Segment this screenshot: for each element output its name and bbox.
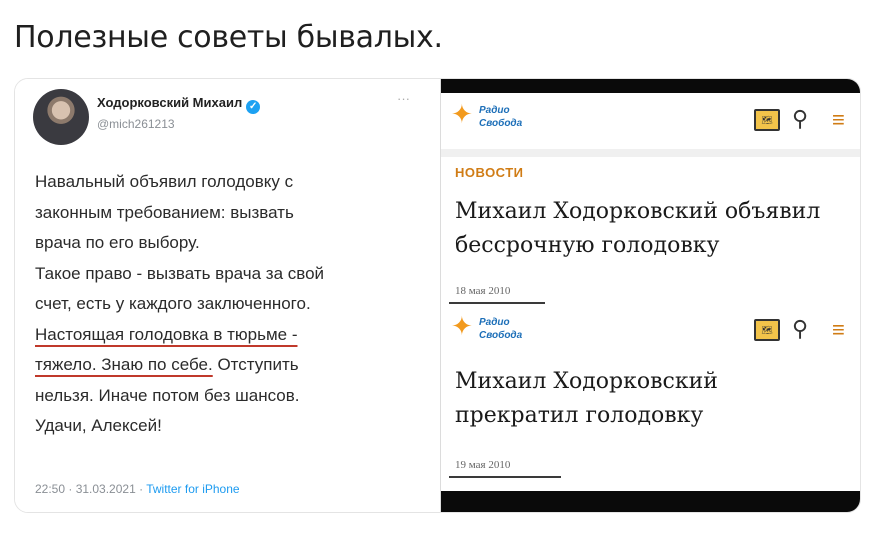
tweet-line: Такое право - вызвать врача за свой — [35, 263, 325, 283]
more-icon: ··· — [397, 91, 410, 106]
article-date: 19 мая 2010 — [455, 459, 511, 471]
tweet-source-link[interactable]: Twitter for iPhone — [146, 482, 239, 496]
tweet-line: Навальный объявил голодовку с — [35, 172, 294, 191]
tweet-line: счет, есть у каждого заключенного. — [35, 294, 311, 313]
menu-icon[interactable]: ≡ — [832, 107, 845, 133]
author-name: Ходорковский Михаил — [97, 95, 243, 110]
top-bar — [441, 79, 860, 93]
tweet-text: Навальный объявил голодовку с законным т… — [35, 167, 415, 442]
tweet-line: Удачи, Алексей! — [35, 416, 162, 435]
tweet-line-underlined: Настоящая голодовка в тюрьме - — [35, 324, 298, 344]
tweet-line-underlined: тяжело. Знаю по себе. — [35, 355, 213, 374]
tweet-card: Ходорковский Михаил ✓ @mich261213 ··· Нав… — [15, 79, 441, 512]
tweet-author: Ходорковский Михаил ✓ — [97, 95, 261, 114]
headline-line: Михаил Ходорковский объявил — [455, 199, 821, 224]
date-underline — [449, 476, 561, 478]
post-caption: Полезные советы бывалых. — [14, 20, 443, 55]
book-map-icon[interactable]: 🗺 — [754, 319, 780, 341]
verified-badge-icon: ✓ — [246, 100, 261, 114]
tweet-line: законным требованием: вызвать — [35, 202, 294, 222]
tweet-meta: 22:50 · 31.03.2021 · Twitter for iPhone — [35, 482, 240, 496]
tweet-handle: @mich261213 — [97, 117, 175, 131]
date-underline — [449, 302, 545, 304]
header-icons: 🗺 ⚲ ≡ — [744, 315, 854, 345]
tweet-line: врача по его выбору. — [35, 233, 200, 252]
headline-line: Михаил Ходорковский — [455, 369, 718, 394]
tweet-line: тяжело. Знаю по себе. Отступить — [35, 350, 415, 381]
tweet-line: нельзя. Иначе потом без шансов. — [35, 385, 300, 405]
article-headline[interactable]: Михаил Ходорковский прекратил голодовку — [455, 365, 855, 433]
article-headline[interactable]: Михаил Ходорковский объявил бессрочную г… — [455, 195, 855, 263]
radio-svoboda-logo-icon[interactable]: ✦ Радио Свобода — [451, 101, 541, 135]
news-screenshots: ✦ Радио Свобода 🗺 ⚲ ≡ НОВОСТИ Михаил Ход… — [441, 79, 860, 512]
search-icon[interactable]: ⚲ — [792, 316, 808, 342]
logo-mark: ✦ — [451, 99, 473, 129]
bottom-bar — [441, 491, 860, 512]
article-1[interactable]: НОВОСТИ Михаил Ходорковский объявил бесс… — [441, 157, 860, 307]
section-tag[interactable]: НОВОСТИ — [455, 165, 524, 180]
headline-line: бессрочную голодовку — [455, 233, 720, 258]
tweet-line-rest: Отступить — [212, 355, 299, 374]
tweet-time: 22:50 · 31.03.2021 · — [35, 482, 147, 496]
article-2[interactable]: Михаил Ходорковский прекратил голодовку … — [441, 363, 860, 491]
menu-icon[interactable]: ≡ — [832, 317, 845, 343]
headline-line: прекратил голодовку — [455, 403, 704, 428]
logo-mark: ✦ — [451, 311, 473, 341]
logo-text: Свобода — [479, 330, 523, 341]
meme-image: Ходорковский Михаил ✓ @mich261213 ··· Нав… — [14, 78, 861, 513]
header-icons: 🗺 ⚲ ≡ — [744, 105, 854, 135]
site-header: ✦ Радио Свобода 🗺 ⚲ ≡ — [441, 93, 860, 149]
logo-text: Свобода — [479, 118, 523, 129]
radio-svoboda-logo-icon[interactable]: ✦ Радио Свобода — [451, 313, 541, 347]
avatar — [33, 89, 89, 145]
site-header: ✦ Радио Свобода 🗺 ⚲ ≡ — [441, 307, 860, 363]
logo-text: Радио — [479, 317, 510, 328]
article-date: 18 мая 2010 — [455, 285, 511, 297]
logo-text: Радио — [479, 105, 510, 116]
book-map-icon[interactable]: 🗺 — [754, 109, 780, 131]
search-icon[interactable]: ⚲ — [792, 106, 808, 132]
